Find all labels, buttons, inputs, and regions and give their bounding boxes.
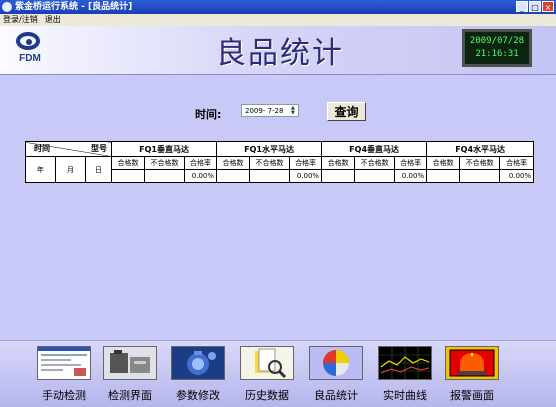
day-header: 日 bbox=[84, 156, 113, 183]
maximize-icon[interactable]: □ bbox=[529, 1, 541, 12]
pass-count-header: 合格数 bbox=[111, 156, 146, 170]
query-button[interactable]: 查询 bbox=[327, 102, 366, 121]
fail-count-cell bbox=[249, 169, 291, 183]
pass-rate-cell: 0.00% bbox=[499, 169, 535, 183]
app-icon bbox=[2, 2, 12, 12]
page-header: FDM 良品统计 2009/07/28 21:16:31 bbox=[0, 26, 556, 75]
fail-count-cell bbox=[459, 169, 501, 183]
nav-label: 检测界面 bbox=[108, 389, 152, 402]
fail-count-cell bbox=[354, 169, 396, 183]
realtime-curve-icon bbox=[378, 346, 432, 380]
nav-label: 历史数据 bbox=[245, 389, 289, 402]
page-title: 良品统计 bbox=[216, 36, 344, 71]
pass-count-header: 合格数 bbox=[216, 156, 251, 170]
nav-label: 报警画面 bbox=[450, 389, 494, 402]
pass-rate-header: 合格率 bbox=[184, 156, 218, 170]
fail-count-header: 不合格数 bbox=[354, 156, 396, 170]
month-header: 月 bbox=[55, 156, 86, 183]
menu-exit[interactable]: 退出 bbox=[45, 15, 61, 24]
title-bar: 紫金桥运行系统 - [良品统计] _ □ × bbox=[0, 0, 556, 14]
fail-count-cell bbox=[144, 169, 186, 183]
pass-rate-cell: 0.00% bbox=[289, 169, 323, 183]
window-controls: _ □ × bbox=[515, 1, 554, 13]
date-value: 2009- 7-28 bbox=[245, 107, 284, 115]
pass-count-header: 合格数 bbox=[321, 156, 356, 170]
menu-bar: 登录/注销 退出 bbox=[0, 14, 556, 26]
pass-rate-cell: 0.00% bbox=[394, 169, 428, 183]
group-header: FQ1垂直马达 bbox=[111, 141, 218, 157]
logo-text: FDM bbox=[19, 53, 41, 64]
pass-rate-header: 合格率 bbox=[394, 156, 428, 170]
pass-count-cell bbox=[216, 169, 251, 183]
nav-label: 实时曲线 bbox=[383, 389, 427, 402]
date-picker[interactable]: 2009- 7-28 ▲ ▼ bbox=[241, 104, 299, 117]
menu-login-logout[interactable]: 登录/注销 bbox=[3, 15, 38, 24]
group-header: FQ4垂直马达 bbox=[321, 141, 428, 157]
nav-label: 参数修改 bbox=[176, 389, 220, 402]
close-icon[interactable]: × bbox=[542, 1, 554, 12]
history-icon bbox=[240, 346, 294, 380]
manual-check-icon bbox=[37, 346, 91, 380]
corner-model-label: 型号 bbox=[91, 144, 108, 153]
spinner-icon[interactable]: ▲ ▼ bbox=[291, 106, 297, 116]
year-header: 年 bbox=[25, 156, 56, 183]
statistics-table: 时间 型号 FQ1垂直马达 FQ1水平马达 FQ4垂直马达 FQ4水平马达 年 … bbox=[24, 141, 535, 183]
app-window: 紫金桥运行系统 - [良品统计] _ □ × 登录/注销 退出 FDM 良品统计 20… bbox=[0, 0, 556, 407]
pass-rate-header: 合格率 bbox=[289, 156, 323, 170]
corner-header: 时间 型号 bbox=[24, 141, 113, 157]
pass-count-header: 合格数 bbox=[426, 156, 461, 170]
pie-chart-icon bbox=[309, 346, 363, 380]
group-header: FQ1水平马达 bbox=[216, 141, 323, 157]
nav-label: 良品统计 bbox=[314, 389, 358, 402]
clock-date: 2009/07/28 bbox=[469, 36, 525, 46]
logo-emblem-icon bbox=[16, 32, 40, 50]
minimize-icon[interactable]: _ bbox=[516, 1, 528, 12]
nav-label: 手动检测 bbox=[42, 389, 86, 402]
time-label: 时间: bbox=[195, 108, 222, 121]
pass-rate-header: 合格率 bbox=[499, 156, 535, 170]
digital-clock: 2009/07/28 21:16:31 bbox=[462, 29, 532, 67]
fail-count-header: 不合格数 bbox=[249, 156, 291, 170]
clock-time: 21:16:31 bbox=[475, 49, 519, 59]
window-title: 紫金桥运行系统 - [良品统计] bbox=[15, 2, 133, 12]
pass-count-cell bbox=[111, 169, 146, 183]
group-header: FQ4水平马达 bbox=[426, 141, 535, 157]
company-logo: FDM bbox=[6, 30, 50, 66]
table-header-row: 时间 型号 FQ1垂直马达 FQ1水平马达 FQ4垂直马达 FQ4水平马达 bbox=[24, 141, 535, 157]
fail-count-header: 不合格数 bbox=[144, 156, 186, 170]
check-ui-icon bbox=[103, 346, 157, 380]
table-subheader-row: 年 月 日 合格数 不合格数 合格率 合格数 不合格数 合格率 合格数 不合格数… bbox=[25, 156, 535, 183]
pass-count-cell bbox=[321, 169, 356, 183]
pass-rate-cell: 0.00% bbox=[184, 169, 218, 183]
pass-count-cell bbox=[426, 169, 461, 183]
corner-time-label: 时间 bbox=[34, 144, 50, 153]
fail-count-header: 不合格数 bbox=[459, 156, 501, 170]
alarm-icon bbox=[445, 346, 499, 380]
params-icon bbox=[171, 346, 225, 380]
